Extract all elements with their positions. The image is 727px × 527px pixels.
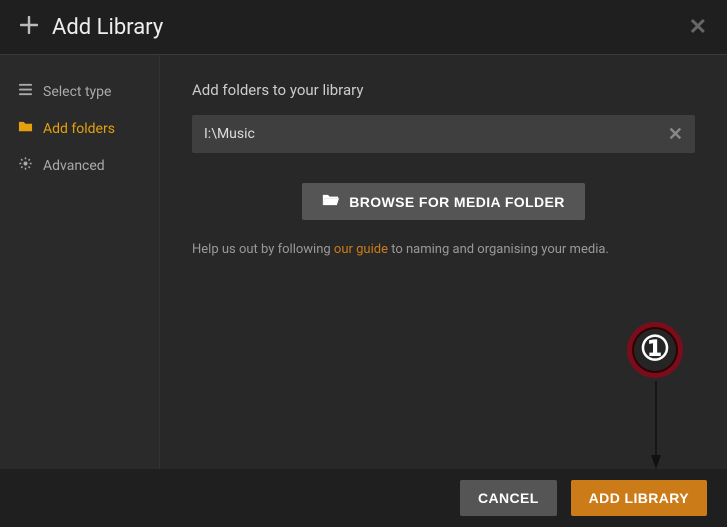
browse-wrapper: BROWSE FOR MEDIA FOLDER (192, 183, 695, 220)
sidebar-item-label: Add folders (43, 121, 115, 137)
sidebar-item-add-folders[interactable]: Add folders (0, 110, 159, 147)
main-panel: Add folders to your library I:\Music ✕ B… (160, 55, 727, 469)
folder-open-icon (322, 193, 339, 210)
browse-button[interactable]: BROWSE FOR MEDIA FOLDER (302, 183, 585, 220)
help-link[interactable]: our guide (334, 242, 388, 257)
modal-footer: CANCEL ADD LIBRARY (0, 469, 727, 527)
plus-icon (20, 16, 38, 39)
sidebar-item-label: Advanced (43, 158, 105, 174)
sidebar: Select type Add folders Advanced (0, 55, 160, 469)
modal-title: Add Library (52, 15, 163, 40)
sidebar-item-select-type[interactable]: Select type (0, 73, 159, 110)
folder-path-row: I:\Music ✕ (192, 115, 695, 153)
sidebar-item-advanced[interactable]: Advanced (0, 147, 159, 184)
help-post: to naming and organising your media. (388, 242, 609, 257)
modal-header: Add Library ✕ (0, 0, 727, 54)
add-library-button[interactable]: ADD LIBRARY (571, 480, 707, 516)
header-left: Add Library (20, 15, 163, 40)
browse-button-label: BROWSE FOR MEDIA FOLDER (349, 194, 565, 210)
add-library-modal: Add Library ✕ Select type Add folders (0, 0, 727, 527)
folder-icon (18, 119, 33, 138)
folder-path-text: I:\Music (204, 126, 668, 142)
help-pre: Help us out by following (192, 242, 334, 257)
cancel-button[interactable]: CANCEL (460, 480, 557, 516)
list-icon (18, 82, 33, 101)
sidebar-item-label: Select type (43, 84, 111, 100)
remove-folder-icon[interactable]: ✕ (668, 124, 683, 145)
close-icon[interactable]: ✕ (689, 15, 707, 40)
modal-body: Select type Add folders Advanced Add fol… (0, 54, 727, 469)
help-text: Help us out by following our guide to na… (192, 242, 695, 257)
gear-icon (18, 156, 33, 175)
panel-heading: Add folders to your library (192, 81, 695, 99)
